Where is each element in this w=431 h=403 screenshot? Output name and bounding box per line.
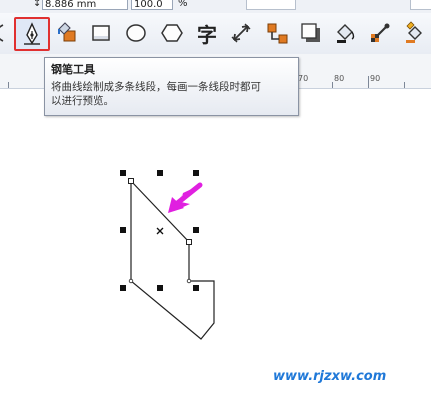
ellipse-tool-button[interactable] — [121, 18, 151, 48]
previous-tool[interactable] — [0, 18, 12, 48]
eyedropper-icon — [371, 23, 390, 42]
dimension-icon — [231, 23, 251, 43]
eyedropper-tool-button[interactable] — [365, 18, 395, 48]
selection-handle[interactable] — [157, 285, 163, 291]
tooltip-description-line-2: 以进行预览。 — [51, 95, 114, 107]
property-control[interactable] — [340, 0, 348, 8]
ruler-label: 70 — [298, 74, 309, 83]
drawing-canvas[interactable] — [0, 88, 431, 403]
fill-tool-button[interactable] — [330, 18, 360, 48]
percent-label: % — [178, 0, 188, 9]
path-node[interactable] — [128, 278, 134, 284]
size-arrow-icon: ↕ — [33, 0, 42, 9]
connector-tool-button[interactable] — [262, 18, 292, 48]
dimension-tool-button[interactable] — [226, 18, 256, 48]
interactive-fill-icon — [406, 21, 422, 43]
property-field-2[interactable] — [410, 0, 431, 10]
text-icon: 字 — [197, 22, 217, 47]
pen-tool-tooltip: 钢笔工具 将曲线绘制成多条线段，每画一条线段时都可 以进行预览。 — [44, 57, 299, 116]
center-x-icon — [156, 227, 164, 235]
selection-handle[interactable] — [120, 285, 126, 291]
toolbox: 字 — [0, 13, 431, 55]
watermark: www.rjzxw.com — [273, 369, 387, 384]
ruler-tick — [368, 76, 369, 88]
partial-tool-icon — [0, 24, 4, 42]
rectangle-icon — [92, 25, 110, 41]
ruler-label: 80 — [334, 74, 345, 83]
text-tool-button[interactable]: 字 — [192, 18, 222, 48]
smart-fill-tool-button[interactable] — [52, 18, 82, 48]
ellipse-icon — [126, 24, 146, 42]
paint-bucket-icon — [337, 24, 355, 43]
hexagon-icon — [161, 24, 183, 42]
drop-shadow-tool-button[interactable] — [296, 18, 326, 48]
selection-handle[interactable] — [193, 170, 199, 176]
tooltip-title: 钢笔工具 — [51, 63, 95, 76]
pen-tool-button[interactable] — [14, 17, 50, 51]
property-bar: ↕ 8.886 mm 100.0 % — [0, 0, 431, 14]
path-node[interactable] — [186, 278, 192, 284]
polygon-tool-button[interactable] — [157, 18, 187, 48]
shadow-icon — [301, 23, 320, 42]
ruler-label: 90 — [370, 74, 381, 83]
path-node[interactable] — [128, 178, 134, 184]
smart-fill-icon — [58, 22, 76, 42]
rectangle-tool-button[interactable] — [86, 18, 116, 48]
property-field[interactable] — [246, 0, 296, 10]
selection-handle[interactable] — [120, 170, 126, 176]
connector-icon — [267, 23, 288, 44]
selection-handle[interactable] — [193, 285, 199, 291]
pen-nib-icon — [24, 22, 40, 45]
size-field[interactable]: 8.886 mm — [42, 0, 128, 10]
selection-handle[interactable] — [120, 227, 126, 233]
annotation-arrow-shaft — [172, 182, 203, 208]
selection-handle[interactable] — [193, 227, 199, 233]
scale-field[interactable]: 100.0 — [131, 0, 173, 10]
selection-handle[interactable] — [157, 170, 163, 176]
path-node[interactable] — [186, 239, 192, 245]
interactive-fill-tool-button[interactable] — [400, 18, 430, 48]
tooltip-description-line-1: 将曲线绘制成多条线段，每画一条线段时都可 — [51, 81, 261, 93]
